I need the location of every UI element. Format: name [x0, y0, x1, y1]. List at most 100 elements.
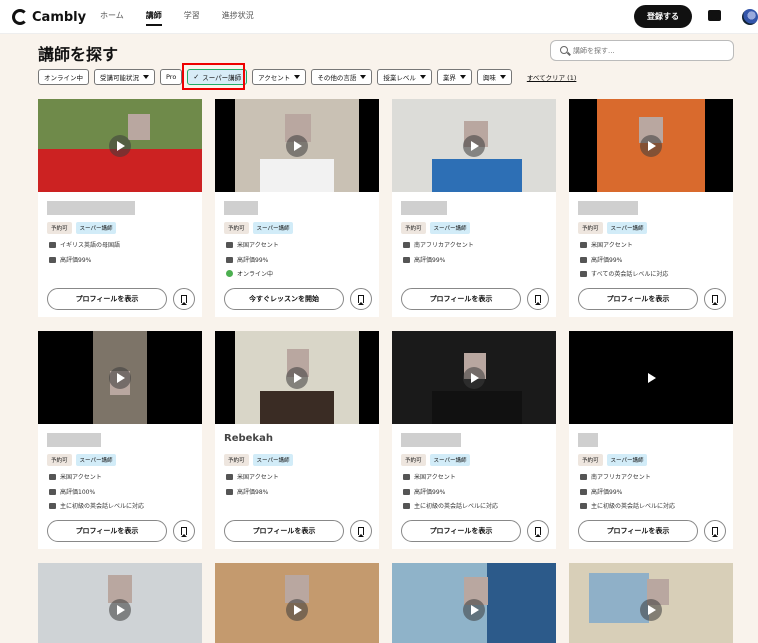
intro-video[interactable] [215, 563, 379, 643]
tutor-name[interactable] [401, 201, 447, 215]
accent-text: 米国アクセント [237, 474, 279, 481]
tutor-card[interactable] [569, 563, 733, 643]
rating-text: 高評価99% [414, 257, 446, 264]
tutor-card[interactable]: 予約可 スーパー講師 米国アクセント 高評価99% すべての英会話レベルに対応 … [569, 99, 733, 317]
rating-text: 高評価99% [591, 489, 623, 496]
save-button[interactable] [350, 288, 372, 310]
nav-tutors[interactable]: 講師 [145, 10, 162, 26]
tutor-card[interactable]: 予約可 スーパー講師 米国アクセント 高評価100% 主に初級の英会話レベルに対… [38, 331, 202, 549]
start-lesson-button[interactable]: 今すぐレッスンを開始 [224, 288, 344, 310]
tutor-card[interactable]: 予約可 スーパー講師 米国アクセント 高評価99% オンライン中 今すぐレッスン… [215, 99, 379, 317]
tutor-name[interactable]: Rebekah [224, 433, 274, 447]
save-button[interactable] [527, 288, 549, 310]
filter-interests[interactable]: 興味 [476, 69, 512, 85]
super-tutor-badge: スーパー講師 [606, 454, 648, 466]
view-profile-button[interactable]: プロフィールを表示 [578, 288, 698, 310]
thumbs-up-icon [226, 256, 233, 263]
intro-video[interactable] [38, 331, 202, 424]
nav-progress[interactable]: 進捗状況 [222, 10, 254, 21]
intro-video[interactable] [38, 563, 202, 643]
filter-lesson-level[interactable]: 授業レベル [377, 69, 432, 85]
play-icon[interactable] [286, 367, 308, 389]
intro-video[interactable] [38, 99, 202, 192]
filter-other-languages[interactable]: その他の言語 [311, 69, 373, 85]
view-profile-button[interactable]: プロフィールを表示 [47, 520, 167, 542]
message-icon[interactable] [708, 10, 721, 21]
play-icon[interactable] [640, 599, 662, 621]
play-icon[interactable] [109, 135, 131, 157]
filter-accent[interactable]: アクセント [252, 69, 307, 85]
cambly-logo[interactable]: Cambly [12, 9, 86, 25]
tutor-card[interactable]: 予約可 スーパー講師 南アフリカアクセント 高評価99% プロフィールを表示 [392, 99, 556, 317]
shirt-area [260, 159, 334, 192]
view-profile-button[interactable]: プロフィールを表示 [47, 288, 167, 310]
nav-home[interactable]: ホーム [100, 10, 124, 21]
tutor-card[interactable]: 予約可 スーパー講師 米国アクセント 高評価99% 主に初級の英会話レベルに対応… [392, 331, 556, 549]
intro-video[interactable] [569, 99, 733, 192]
play-icon[interactable] [463, 367, 485, 389]
view-profile-button[interactable]: プロフィールを表示 [578, 520, 698, 542]
save-button[interactable] [173, 288, 195, 310]
level-row: 主に初級の英会話レベルに対応 [403, 501, 498, 510]
intro-video[interactable] [215, 99, 379, 192]
save-button[interactable] [704, 520, 726, 542]
available-badge: 予約可 [578, 222, 603, 234]
tutor-name[interactable] [401, 433, 461, 447]
view-profile-button[interactable]: プロフィールを表示 [224, 520, 344, 542]
filter-online[interactable]: オンライン中 [38, 69, 89, 85]
save-button[interactable] [527, 520, 549, 542]
play-icon[interactable] [640, 367, 662, 389]
filter-availability[interactable]: 受講可能状況 [94, 69, 155, 85]
clear-all-link[interactable]: すべてクリア (1) [527, 72, 577, 82]
tutor-card[interactable] [38, 563, 202, 643]
save-button[interactable] [704, 288, 726, 310]
intro-video[interactable] [392, 99, 556, 192]
filter-industry[interactable]: 業界 [436, 69, 472, 85]
tutor-name[interactable] [224, 201, 258, 215]
rating-row: 高評価99% [580, 487, 622, 496]
accent-text: 南アフリカアクセント [414, 242, 474, 249]
intro-video[interactable] [215, 331, 379, 424]
intro-video[interactable] [569, 563, 733, 643]
intro-video[interactable] [392, 331, 556, 424]
tutor-card[interactable]: Rebekah 予約可 スーパー講師 米国アクセント 高評価98% プロフィール… [215, 331, 379, 549]
tutor-name[interactable] [578, 201, 638, 215]
selected-filter-highlight [182, 63, 245, 90]
rating-row: 高評価99% [49, 255, 91, 264]
filter-pro[interactable]: Pro [160, 69, 183, 85]
play-icon[interactable] [463, 135, 485, 157]
tutor-card[interactable]: 予約可 スーパー講師 南アフリカアクセント 高評価99% 主に初級の英会話レベル… [569, 331, 733, 549]
bookmark-icon [181, 527, 187, 537]
play-icon[interactable] [286, 599, 308, 621]
signup-button[interactable]: 登録する [634, 5, 692, 28]
thumbs-up-icon [403, 256, 410, 263]
tutor-card[interactable]: 予約可 スーパー講師 イギリス英語の母国語 高評価99% プロフィールを表示 [38, 99, 202, 317]
nav-learning[interactable]: 学習 [184, 10, 200, 21]
save-button[interactable] [173, 520, 195, 542]
intro-video[interactable] [392, 563, 556, 643]
top-navigation: Cambly ホーム 講師 学習 進捗状況 登録する [0, 0, 758, 34]
search-input[interactable] [573, 44, 723, 58]
super-tutor-badge: スーパー講師 [75, 454, 117, 466]
thumbs-up-icon [580, 488, 587, 495]
tutor-card[interactable] [392, 563, 556, 643]
intro-video[interactable] [569, 331, 733, 424]
view-profile-button[interactable]: プロフィールを表示 [401, 288, 521, 310]
play-icon[interactable] [109, 599, 131, 621]
play-icon[interactable] [109, 367, 131, 389]
tutor-name[interactable] [578, 433, 598, 447]
available-badge: 予約可 [47, 454, 72, 466]
view-profile-button[interactable]: プロフィールを表示 [401, 520, 521, 542]
tutor-name[interactable] [47, 201, 135, 215]
save-button[interactable] [350, 520, 372, 542]
tutor-name[interactable] [47, 433, 101, 447]
shirt-area [432, 159, 522, 192]
play-icon[interactable] [640, 135, 662, 157]
play-icon[interactable] [463, 599, 485, 621]
available-badge: 予約可 [401, 454, 426, 466]
play-icon[interactable] [286, 135, 308, 157]
avatar[interactable] [742, 9, 758, 25]
search-box[interactable] [550, 40, 734, 61]
tutor-card[interactable] [215, 563, 379, 643]
rating-row: 高評価99% [580, 255, 622, 264]
